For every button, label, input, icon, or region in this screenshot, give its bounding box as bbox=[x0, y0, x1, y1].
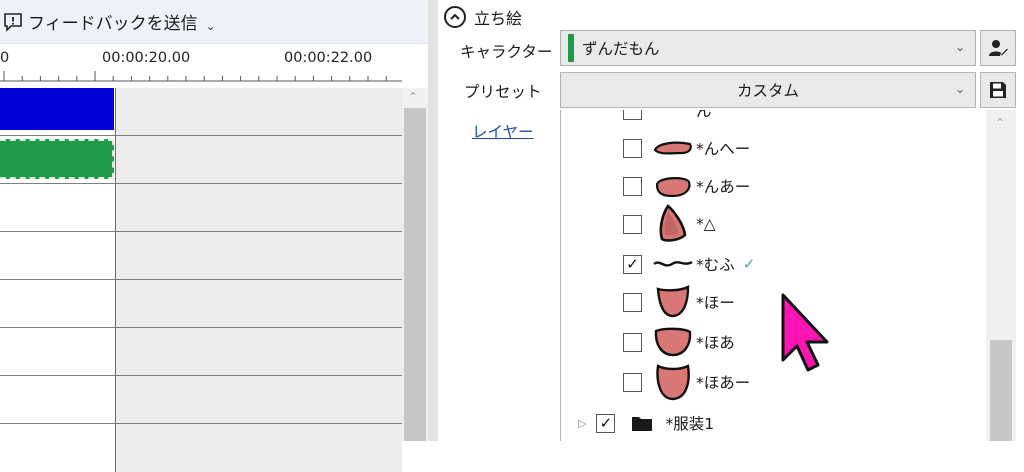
track-row[interactable] bbox=[0, 136, 402, 184]
layer-item[interactable]: ん bbox=[623, 110, 712, 128]
layer-checkbox-checked[interactable]: ✓ bbox=[623, 254, 642, 274]
selected-check-icon: ✓ bbox=[742, 255, 756, 273]
feedback-bar[interactable]: フィードバックを送信 ⌄ bbox=[0, 0, 428, 44]
mouth-part-icon bbox=[653, 141, 692, 155]
scrollbar-thumb[interactable] bbox=[404, 108, 426, 441]
preset-select-value: カスタム bbox=[736, 82, 799, 100]
character-settings-button[interactable] bbox=[980, 30, 1016, 66]
save-preset-button[interactable] bbox=[980, 72, 1016, 108]
expand-triangle-icon[interactable]: ▷ bbox=[578, 417, 586, 430]
timeline-clip-green-selected[interactable] bbox=[0, 139, 114, 179]
chevron-down-icon: ⌄ bbox=[954, 40, 965, 54]
folder-icon bbox=[632, 417, 653, 431]
layer-item[interactable]: *ほー bbox=[623, 284, 735, 320]
mouth-part-icon bbox=[656, 285, 690, 318]
feedback-label: フィードバックを送信 bbox=[28, 14, 198, 34]
properties-panel: 立ち絵 キャラクター ずんだもん ⌄ プリセット カスタム ⌄ レイヤー ん *… bbox=[438, 0, 1024, 441]
scrollbar-thumb[interactable] bbox=[990, 340, 1012, 441]
layer-link[interactable]: レイヤー bbox=[472, 120, 534, 142]
layer-checkbox[interactable] bbox=[623, 110, 642, 120]
track-area[interactable] bbox=[0, 88, 402, 472]
chevron-down-icon[interactable]: ⌄ bbox=[206, 19, 216, 33]
character-select[interactable]: ずんだもん ⌄ bbox=[560, 30, 976, 66]
feedback-icon bbox=[4, 12, 22, 32]
ruler-ticks bbox=[0, 71, 402, 82]
timeline-clip-blue[interactable] bbox=[0, 88, 114, 130]
track-row[interactable] bbox=[0, 424, 402, 472]
layer-checkbox[interactable] bbox=[623, 372, 642, 392]
preset-select[interactable]: カスタム ⌄ bbox=[560, 72, 976, 108]
save-icon bbox=[990, 82, 1006, 98]
layer-item[interactable]: *ほあ bbox=[623, 324, 735, 360]
track-row[interactable] bbox=[0, 232, 402, 280]
folder-name: *服装1 bbox=[665, 415, 715, 433]
layer-item[interactable]: *んへー bbox=[623, 130, 750, 166]
character-label: キャラクター bbox=[460, 43, 553, 61]
mouth-part-icon bbox=[656, 364, 690, 401]
pane-splitter[interactable] bbox=[428, 0, 438, 441]
layer-folder-row[interactable]: ▷ ✓ *服装1 bbox=[578, 408, 714, 438]
folder-checkbox-checked[interactable]: ✓ bbox=[596, 413, 616, 433]
track-row[interactable] bbox=[0, 88, 402, 136]
chevron-down-icon: ⌄ bbox=[954, 82, 965, 96]
layer-item[interactable]: *△ bbox=[623, 204, 716, 242]
scroll-up-icon[interactable]: ⌃ bbox=[995, 116, 1005, 130]
mouse-cursor-icon bbox=[781, 293, 829, 372]
track-row[interactable] bbox=[0, 328, 402, 376]
timeline-vertical-scrollbar[interactable]: ⌃ bbox=[402, 88, 428, 441]
layer-item-selected[interactable]: ✓ *むふ ✓ bbox=[623, 246, 755, 282]
layer-list-scrollbar[interactable]: ⌃ bbox=[986, 110, 1016, 441]
layer-checkbox[interactable] bbox=[623, 214, 642, 234]
mouth-part-icon bbox=[659, 204, 687, 242]
layer-checkbox[interactable] bbox=[623, 332, 642, 352]
track-row[interactable] bbox=[0, 280, 402, 328]
layer-checkbox[interactable] bbox=[623, 292, 642, 312]
layer-checkbox[interactable] bbox=[623, 138, 642, 158]
preset-label: プリセット bbox=[464, 83, 542, 101]
section-header-tachie[interactable]: 立ち絵 bbox=[444, 4, 522, 30]
time-ruler[interactable]: 0 00:00:20.00 00:00:22.00 bbox=[0, 44, 402, 88]
collapse-chevron-up-icon[interactable] bbox=[444, 6, 466, 28]
layer-list[interactable]: ん *んへー *んあー *△ ✓ *むふ ✓ *ほー *ほあ *ほあー bbox=[560, 110, 1000, 441]
track-row[interactable] bbox=[0, 184, 402, 232]
section-title: 立ち絵 bbox=[474, 9, 523, 28]
mouth-part-icon bbox=[655, 177, 691, 198]
character-select-value: ずんだもん bbox=[582, 40, 660, 58]
timeline-panel: フィードバックを送信 ⌄ 0 00:00:20.00 00:00:22.00 ⌃ bbox=[0, 0, 428, 472]
mouth-part-icon bbox=[653, 260, 693, 267]
track-row[interactable] bbox=[0, 376, 402, 424]
layer-item[interactable]: *んあー bbox=[623, 168, 750, 204]
scroll-up-icon[interactable]: ⌃ bbox=[408, 90, 418, 104]
character-color-bar bbox=[568, 34, 574, 62]
layer-checkbox[interactable] bbox=[623, 176, 642, 196]
layer-item[interactable]: *ほあー bbox=[623, 364, 750, 401]
person-edit-icon bbox=[989, 40, 1009, 57]
mouth-part-icon bbox=[654, 327, 692, 357]
